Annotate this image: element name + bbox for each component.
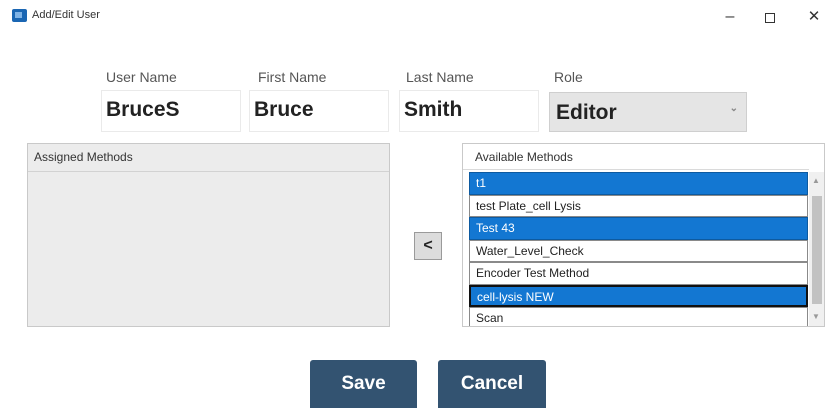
available-methods-list[interactable]: Available Methods t1 test Plate_cell Lys… [462,143,825,327]
scroll-down-icon[interactable]: ▼ [812,312,820,321]
role-select[interactable]: Editor ⌄ [549,92,747,132]
firstname-label: First Name [258,69,327,85]
close-button[interactable]: ✕ [800,4,828,30]
maximize-button[interactable] [756,4,784,30]
window-title: Add/Edit User [32,9,100,21]
lastname-field[interactable]: Smith [399,90,539,132]
list-item[interactable]: test Plate_cell Lysis [469,194,808,217]
role-label: Role [554,69,583,85]
assigned-methods-header: Assigned Methods [28,144,389,172]
role-select-value: Editor [556,101,617,124]
cancel-button[interactable]: Cancel [438,360,546,408]
list-item[interactable]: cell-lysis NEW [469,284,808,307]
available-methods-header: Available Methods [463,144,809,170]
scrollbar-thumb[interactable] [812,196,822,304]
list-item[interactable]: Water_Level_Check [469,239,808,262]
available-methods-items: t1 test Plate_cell Lysis Test 43 Water_L… [469,172,808,326]
username-field[interactable]: BruceS [101,90,241,132]
minimize-button[interactable]: – [716,4,744,30]
list-item[interactable]: Test 43 [469,217,808,240]
list-item[interactable]: Scan [469,307,808,326]
save-button[interactable]: Save [310,360,417,408]
chevron-down-icon: ⌄ [729,103,738,114]
firstname-field[interactable]: Bruce [249,90,389,132]
move-to-assigned-button[interactable]: < [414,232,442,260]
maximize-icon [765,12,775,23]
list-item[interactable]: t1 [469,172,808,195]
username-label: User Name [106,69,177,85]
scrollbar[interactable]: ▲ ▼ [809,172,824,326]
lastname-label: Last Name [406,69,474,85]
app-icon [12,9,27,22]
assigned-methods-list[interactable]: Assigned Methods [27,143,390,327]
scroll-up-icon[interactable]: ▲ [812,176,820,185]
title-bar: Add/Edit User – ✕ [0,0,836,36]
list-item[interactable]: Encoder Test Method [469,262,808,285]
